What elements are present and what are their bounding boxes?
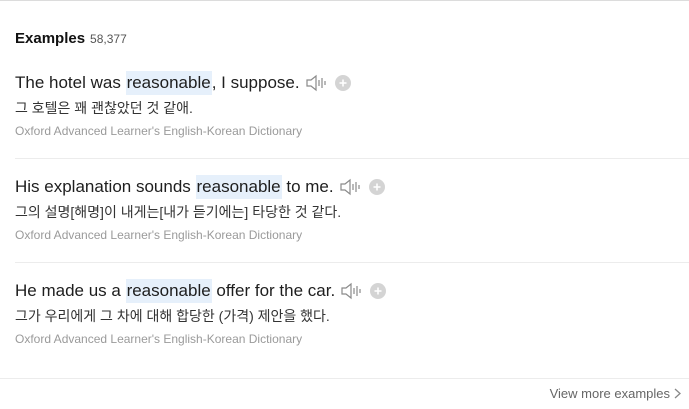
add-icon[interactable] xyxy=(368,179,385,195)
example-translation: 그 호텔은 꽤 괜찮았던 것 같애. xyxy=(15,100,193,116)
highlighted-word: reasonable xyxy=(125,71,212,95)
highlighted-word: reasonable xyxy=(195,175,282,199)
add-icon[interactable] xyxy=(370,283,387,299)
add-icon[interactable] xyxy=(334,75,351,91)
examples-count: 58,377 xyxy=(90,32,127,46)
view-more-examples-link[interactable]: View more examples xyxy=(550,386,681,401)
view-more-label: View more examples xyxy=(549,386,670,401)
sentence-text: His explanation sounds xyxy=(15,177,196,196)
speaker-icon[interactable] xyxy=(340,281,364,301)
example-divider xyxy=(15,158,689,159)
examples-header: Examples 58,377 xyxy=(15,30,127,47)
example-sentence: The hotel was reasonable , I suppose. xyxy=(15,71,689,95)
sentence-text: The hotel was xyxy=(15,73,126,92)
example-divider xyxy=(15,262,689,263)
speaker-icon[interactable] xyxy=(305,73,329,93)
example-item: He made us a reasonable offer for the ca… xyxy=(15,279,689,347)
sentence-text: to me. xyxy=(281,177,334,196)
highlighted-word: reasonable xyxy=(125,279,212,303)
example-source: Oxford Advanced Learner's English-Korean… xyxy=(15,124,303,138)
example-source: Oxford Advanced Learner's English-Korean… xyxy=(15,228,303,242)
example-sentence: His explanation sounds reasonable to me. xyxy=(15,175,689,199)
sentence-text: He made us a xyxy=(15,281,126,300)
example-translation: 그가 우리에게 그 차에 대해 합당한 (가격) 제안을 했다. xyxy=(15,308,330,324)
sentence-text: offer for the car. xyxy=(211,281,336,300)
example-item: The hotel was reasonable , I suppose. 그 … xyxy=(15,71,689,139)
sentence-text: , I suppose. xyxy=(211,73,300,92)
example-source: Oxford Advanced Learner's English-Korean… xyxy=(15,332,303,346)
top-divider xyxy=(0,0,689,1)
chevron-right-icon xyxy=(674,388,681,399)
example-item: His explanation sounds reasonable to me.… xyxy=(15,175,689,243)
speaker-icon[interactable] xyxy=(339,177,363,197)
footer-divider xyxy=(0,378,689,379)
examples-title: Examples xyxy=(15,30,86,47)
example-translation: 그의 설명[해명]이 내게는[내가 듣기에는] 타당한 것 같다. xyxy=(15,204,342,220)
example-sentence: He made us a reasonable offer for the ca… xyxy=(15,279,689,303)
